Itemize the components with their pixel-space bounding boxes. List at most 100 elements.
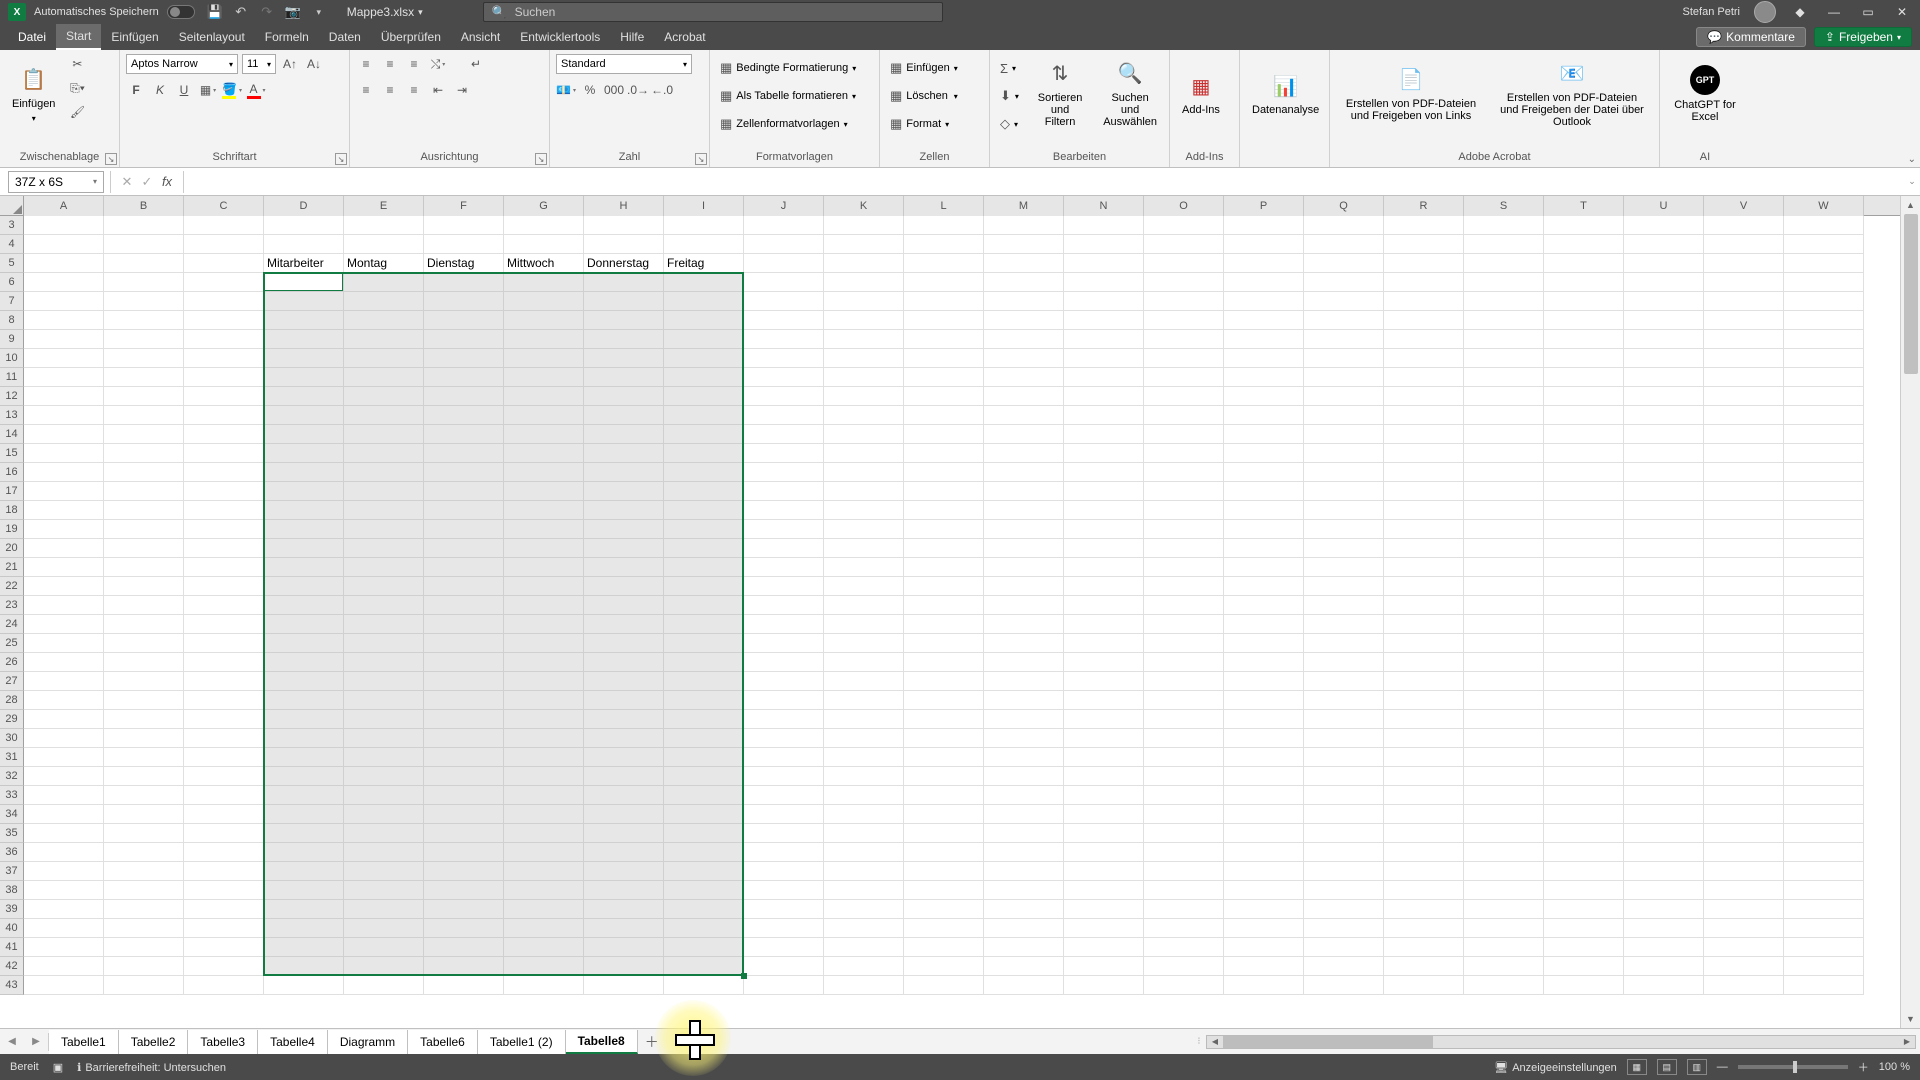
cell[interactable] bbox=[264, 425, 344, 444]
cell[interactable] bbox=[1224, 957, 1304, 976]
diamond-icon[interactable]: ◆ bbox=[1790, 2, 1810, 22]
cell[interactable] bbox=[664, 482, 744, 501]
cell[interactable] bbox=[1224, 843, 1304, 862]
cell[interactable] bbox=[184, 862, 264, 881]
sheet-tab[interactable]: Tabelle4 bbox=[258, 1030, 328, 1054]
dec-decimal-icon[interactable]: ←.0 bbox=[652, 80, 672, 100]
cell[interactable] bbox=[664, 824, 744, 843]
cell[interactable] bbox=[24, 900, 104, 919]
cell[interactable] bbox=[1464, 387, 1544, 406]
cell[interactable] bbox=[104, 843, 184, 862]
column-header[interactable]: D bbox=[264, 196, 344, 216]
cell[interactable] bbox=[1704, 805, 1784, 824]
row-header[interactable]: 29 bbox=[0, 710, 24, 729]
cell[interactable] bbox=[184, 786, 264, 805]
cell[interactable] bbox=[984, 938, 1064, 957]
cell[interactable] bbox=[584, 862, 664, 881]
cell[interactable] bbox=[584, 235, 664, 254]
cell[interactable] bbox=[344, 273, 424, 292]
cell[interactable] bbox=[584, 957, 664, 976]
cell[interactable] bbox=[24, 634, 104, 653]
cell[interactable] bbox=[1624, 501, 1704, 520]
cell[interactable] bbox=[344, 919, 424, 938]
cell[interactable] bbox=[1464, 273, 1544, 292]
cell[interactable] bbox=[344, 615, 424, 634]
cell[interactable] bbox=[504, 957, 584, 976]
fill-button[interactable]: ⬇▾ bbox=[996, 86, 1023, 106]
cell[interactable] bbox=[424, 767, 504, 786]
sheet-tab[interactable]: Tabelle8 bbox=[566, 1030, 638, 1054]
cell[interactable] bbox=[424, 235, 504, 254]
cell[interactable] bbox=[824, 596, 904, 615]
cell[interactable] bbox=[1784, 558, 1864, 577]
cell[interactable] bbox=[184, 615, 264, 634]
cell[interactable] bbox=[1704, 330, 1784, 349]
cell[interactable] bbox=[1064, 520, 1144, 539]
cell[interactable] bbox=[1384, 254, 1464, 273]
cell[interactable] bbox=[984, 767, 1064, 786]
cell[interactable] bbox=[984, 482, 1064, 501]
user-avatar-icon[interactable] bbox=[1754, 1, 1776, 23]
cell[interactable] bbox=[664, 748, 744, 767]
cell[interactable] bbox=[1624, 254, 1704, 273]
cell[interactable] bbox=[584, 919, 664, 938]
cell[interactable] bbox=[1704, 463, 1784, 482]
cell[interactable] bbox=[1144, 311, 1224, 330]
filename-caret-icon[interactable]: ▾ bbox=[418, 7, 423, 18]
expand-fbar-icon[interactable]: ⌄ bbox=[1904, 176, 1920, 187]
cell[interactable] bbox=[504, 539, 584, 558]
fx-icon[interactable]: fx bbox=[157, 172, 177, 192]
cell[interactable] bbox=[664, 691, 744, 710]
cell[interactable] bbox=[1704, 387, 1784, 406]
cell[interactable] bbox=[1064, 976, 1144, 995]
view-page-layout-icon[interactable]: ▤ bbox=[1657, 1059, 1677, 1075]
cell[interactable] bbox=[184, 710, 264, 729]
cell[interactable] bbox=[1624, 463, 1704, 482]
row-header[interactable]: 8 bbox=[0, 311, 24, 330]
cell[interactable] bbox=[1064, 406, 1144, 425]
cell[interactable] bbox=[1224, 406, 1304, 425]
cell[interactable] bbox=[424, 349, 504, 368]
cell[interactable] bbox=[664, 558, 744, 577]
cell[interactable] bbox=[1704, 710, 1784, 729]
cell[interactable] bbox=[24, 216, 104, 235]
cell[interactable] bbox=[184, 216, 264, 235]
cell[interactable] bbox=[1064, 957, 1144, 976]
cell[interactable] bbox=[1704, 672, 1784, 691]
cell[interactable] bbox=[904, 881, 984, 900]
cell[interactable] bbox=[824, 691, 904, 710]
cell[interactable] bbox=[1224, 368, 1304, 387]
cell[interactable] bbox=[824, 900, 904, 919]
cell[interactable] bbox=[344, 957, 424, 976]
cell[interactable] bbox=[984, 634, 1064, 653]
row-header[interactable]: 32 bbox=[0, 767, 24, 786]
cell[interactable] bbox=[264, 729, 344, 748]
cell[interactable] bbox=[1064, 577, 1144, 596]
cell[interactable] bbox=[1224, 805, 1304, 824]
cell[interactable] bbox=[824, 330, 904, 349]
cell[interactable] bbox=[1144, 216, 1224, 235]
cell[interactable] bbox=[584, 273, 664, 292]
cell[interactable] bbox=[1384, 881, 1464, 900]
row-header[interactable]: 42 bbox=[0, 957, 24, 976]
cell[interactable] bbox=[264, 805, 344, 824]
number-format-combo[interactable]: Standard▾ bbox=[556, 54, 692, 74]
cell[interactable] bbox=[504, 938, 584, 957]
cell[interactable] bbox=[664, 444, 744, 463]
cell[interactable] bbox=[1544, 311, 1624, 330]
cell[interactable] bbox=[824, 501, 904, 520]
cell[interactable] bbox=[1784, 539, 1864, 558]
cell[interactable] bbox=[344, 482, 424, 501]
cell[interactable] bbox=[264, 406, 344, 425]
cell[interactable] bbox=[1624, 729, 1704, 748]
cell[interactable] bbox=[184, 748, 264, 767]
cell[interactable] bbox=[904, 634, 984, 653]
cell[interactable] bbox=[1624, 349, 1704, 368]
cell[interactable] bbox=[1784, 691, 1864, 710]
cell[interactable] bbox=[504, 368, 584, 387]
cell[interactable] bbox=[1144, 710, 1224, 729]
cell[interactable] bbox=[1784, 520, 1864, 539]
cell[interactable] bbox=[904, 235, 984, 254]
cell[interactable] bbox=[1624, 881, 1704, 900]
cell[interactable] bbox=[984, 824, 1064, 843]
